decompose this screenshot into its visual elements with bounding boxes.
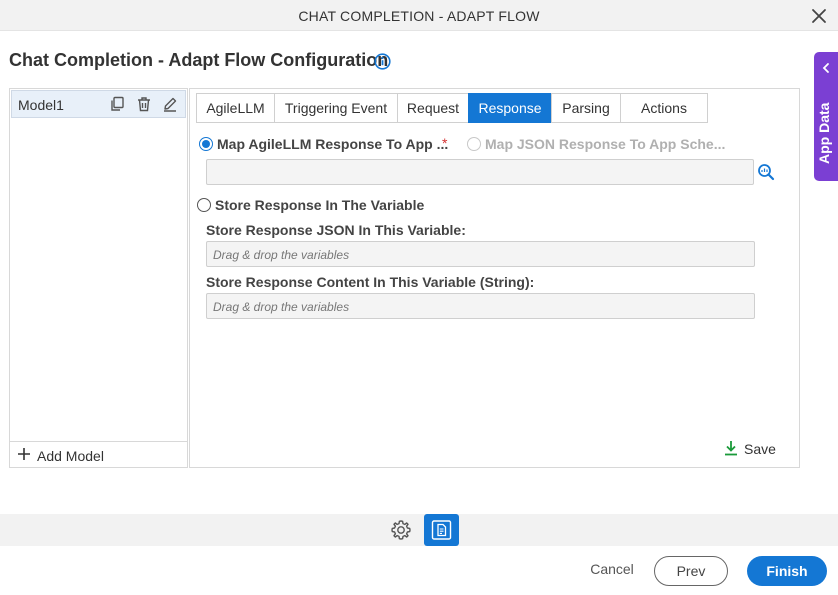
chevron-left-icon bbox=[822, 63, 829, 73]
gear-icon[interactable] bbox=[390, 519, 412, 541]
store-response-variable-radio[interactable] bbox=[197, 198, 211, 212]
copy-icon[interactable] bbox=[109, 96, 125, 112]
map-agilellm-response-label: Map AgileLLM Response To App ... bbox=[217, 136, 449, 152]
add-model-label: Add Model bbox=[37, 448, 104, 464]
footer-toolbar bbox=[0, 514, 838, 546]
model-item[interactable]: Model1 bbox=[11, 90, 186, 118]
delete-icon[interactable] bbox=[136, 96, 152, 112]
store-response-variable-label: Store Response In The Variable bbox=[215, 197, 425, 213]
window-title: CHAT COMPLETION - ADAPT FLOW bbox=[298, 8, 540, 24]
title-bar: CHAT COMPLETION - ADAPT FLOW bbox=[0, 0, 838, 31]
add-model-button[interactable]: Add Model bbox=[10, 441, 187, 467]
store-content-dropzone[interactable]: Drag & drop the variables bbox=[206, 293, 755, 319]
page-title: Chat Completion - Adapt Flow Configurati… bbox=[9, 50, 389, 70]
store-json-dropzone[interactable]: Drag & drop the variables bbox=[206, 241, 755, 267]
save-label: Save bbox=[744, 441, 776, 457]
search-icon[interactable] bbox=[757, 163, 775, 181]
tab-actions[interactable]: Actions bbox=[620, 93, 708, 123]
prev-button[interactable]: Prev bbox=[654, 556, 728, 586]
model-name: Model1 bbox=[18, 97, 64, 113]
document-view-button[interactable] bbox=[424, 514, 459, 546]
store-json-label: Store Response JSON In This Variable: bbox=[206, 222, 466, 238]
models-list: Model1 Add Model bbox=[9, 88, 188, 468]
document-icon bbox=[431, 520, 452, 540]
store-content-placeholder: Drag & drop the variables bbox=[213, 300, 350, 314]
tab-parsing[interactable]: Parsing bbox=[551, 93, 620, 123]
finish-button[interactable]: Finish bbox=[747, 556, 827, 586]
info-icon[interactable] bbox=[374, 53, 391, 70]
map-json-response-radio bbox=[467, 137, 481, 151]
download-icon bbox=[725, 441, 737, 456]
map-agilellm-response-radio[interactable] bbox=[199, 137, 213, 151]
app-data-label: App Data bbox=[816, 102, 832, 164]
map-json-response-label: Map JSON Response To App Sche... bbox=[485, 136, 726, 152]
save-button[interactable]: Save bbox=[723, 439, 777, 459]
store-json-placeholder: Drag & drop the variables bbox=[213, 248, 350, 262]
required-marker: * bbox=[442, 135, 448, 151]
tab-response[interactable]: Response bbox=[468, 93, 551, 123]
close-icon[interactable] bbox=[810, 7, 828, 25]
tab-triggering-event[interactable]: Triggering Event bbox=[274, 93, 397, 123]
edit-icon[interactable] bbox=[162, 96, 178, 112]
store-content-label: Store Response Content In This Variable … bbox=[206, 274, 535, 290]
tab-agilellm[interactable]: AgileLLM bbox=[196, 93, 274, 123]
app-data-panel-toggle[interactable]: App Data bbox=[814, 52, 838, 181]
config-panel: AgileLLM Triggering Event Request Respon… bbox=[189, 88, 800, 468]
cancel-button[interactable]: Cancel bbox=[586, 561, 638, 581]
app-schema-field[interactable] bbox=[206, 159, 754, 185]
tab-bar: AgileLLM Triggering Event Request Respon… bbox=[196, 93, 708, 123]
tab-request[interactable]: Request bbox=[397, 93, 468, 123]
plus-icon bbox=[18, 448, 30, 460]
